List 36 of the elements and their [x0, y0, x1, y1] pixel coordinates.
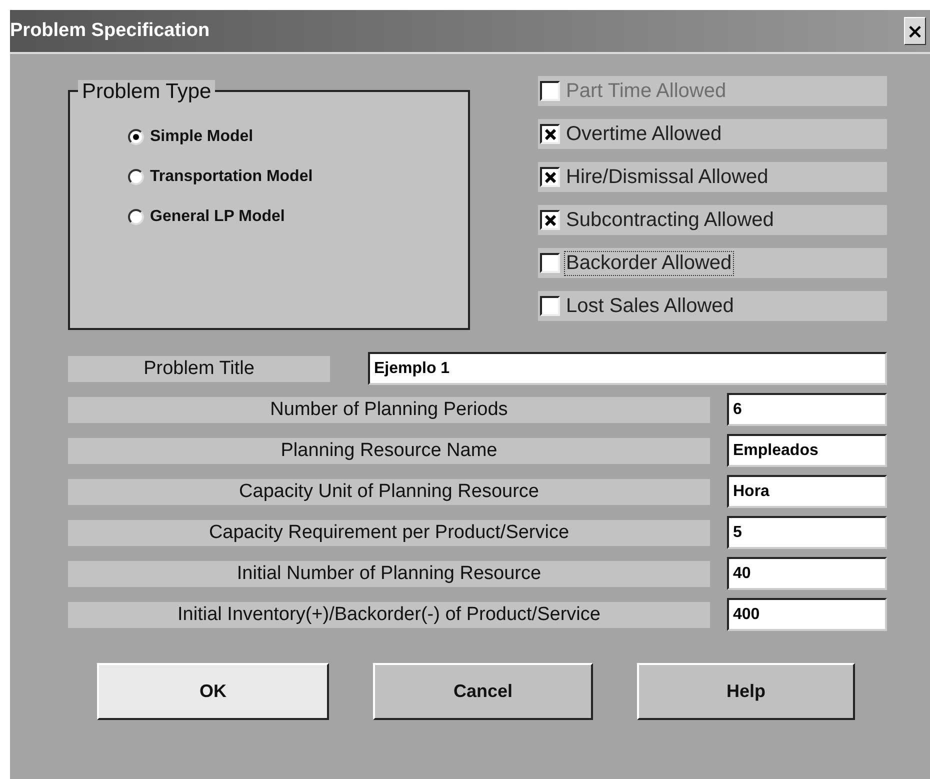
dialog-button[interactable]: Cancel [373, 663, 593, 720]
checkbox-option[interactable]: Overtime Allowed [538, 119, 887, 149]
checkbox-option[interactable]: Subcontracting Allowed [538, 205, 887, 235]
field-label: Initial Inventory(+)/Backorder(-) of Product/Service [68, 602, 710, 628]
checkbox[interactable] [540, 296, 560, 316]
window-title: Problem Specification [10, 20, 210, 42]
checkbox-option[interactable]: Lost Sales Allowed [538, 291, 887, 321]
input-field[interactable]: 6 [727, 393, 887, 426]
radio-option[interactable]: Transportation Model [128, 168, 468, 186]
checkbox-option[interactable]: Backorder Allowed [538, 248, 887, 278]
checkbox[interactable] [540, 167, 560, 187]
radio-option[interactable]: General LP Model [128, 208, 468, 226]
check-mark-icon [544, 214, 556, 226]
checkbox[interactable] [540, 253, 560, 273]
field-label: Number of Planning Periods [68, 396, 710, 422]
field-label: Capacity Unit of Planning Resource [68, 478, 710, 504]
check-mark-icon [544, 128, 556, 140]
checkbox[interactable] [540, 210, 560, 230]
group-title: Problem Type [78, 80, 216, 104]
field-label: Problem Title [68, 356, 330, 382]
input-field[interactable]: Ejemplo 1 [368, 352, 887, 385]
radio-option[interactable]: Simple Model [128, 128, 468, 146]
checkbox-option[interactable]: Hire/Dismissal Allowed [538, 162, 887, 192]
dialog-button[interactable]: OK [97, 663, 329, 720]
input-field[interactable]: Empleados [727, 434, 887, 467]
input-field[interactable]: 5 [727, 516, 887, 549]
dialog-button[interactable]: Help [637, 663, 855, 720]
check-mark-icon [544, 172, 556, 182]
checkbox[interactable] [540, 124, 560, 144]
field-label: Planning Resource Name [68, 438, 710, 464]
input-field[interactable]: 400 [727, 598, 887, 631]
input-field[interactable]: Hora [727, 475, 887, 508]
input-field[interactable]: 40 [727, 557, 887, 590]
field-label: Initial Number of Planning Resource [68, 560, 710, 586]
close-button[interactable]: × [904, 17, 926, 45]
field-label: Capacity Requirement per Product/Service [68, 520, 710, 546]
